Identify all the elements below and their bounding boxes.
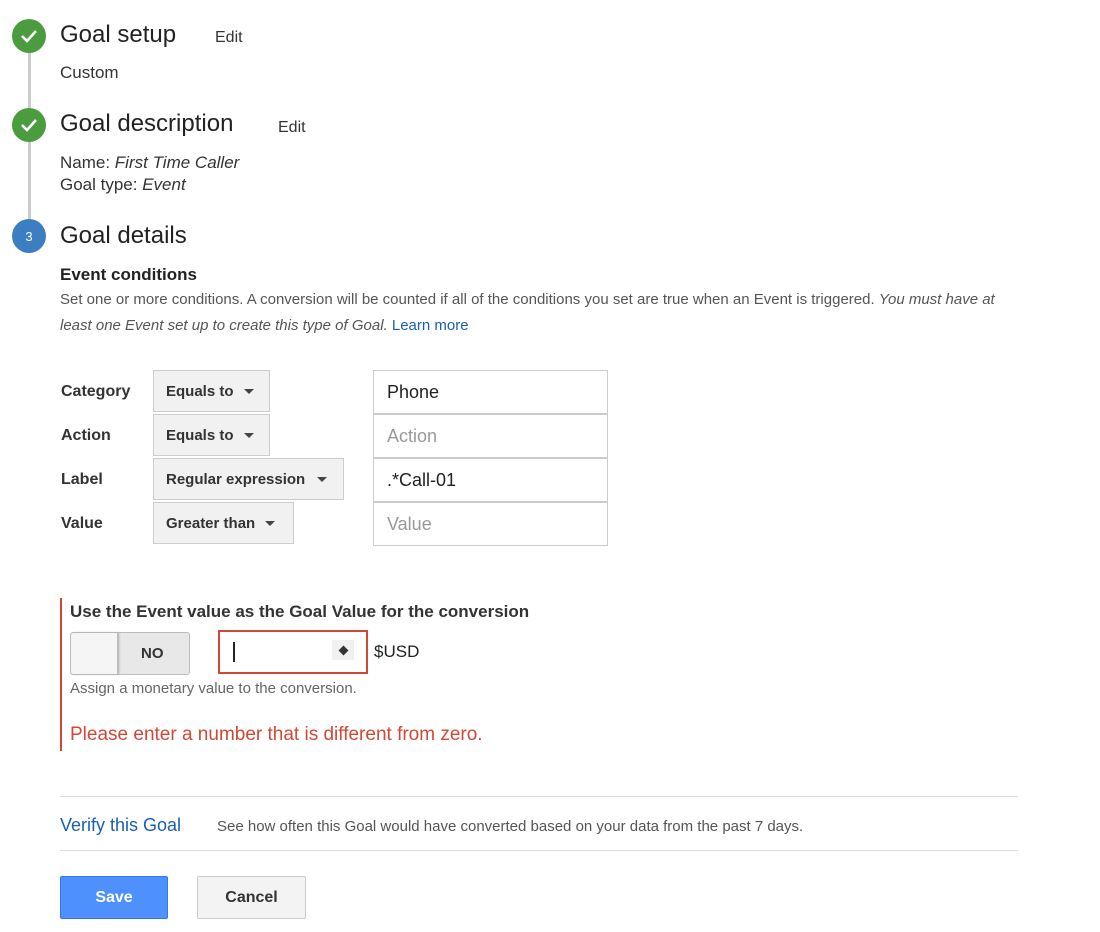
verify-goal-link[interactable]: Verify this Goal [60,815,181,836]
text-cursor [233,642,235,662]
cancel-button[interactable]: Cancel [197,876,306,919]
value-input[interactable]: Value [373,502,608,546]
category-input[interactable]: Phone [373,370,608,414]
caret-down-icon [265,520,276,526]
label-operator-select[interactable]: Regular expression [153,458,344,500]
step-title-goal-description: Goal description [60,110,234,137]
check-icon [12,19,46,53]
select-value: Equals to [166,426,234,444]
goal-value-heading: Use the Event value as the Goal Value fo… [70,602,530,621]
value-label: Value [61,515,103,532]
goal-value-toggle[interactable]: NO [70,632,190,675]
divider [60,850,1018,851]
caret-down-icon [243,432,254,438]
step-title-goal-setup: Goal setup [60,21,177,48]
description-text: Set one or more conditions. A conversion… [60,291,879,308]
type-value: Event [142,175,186,194]
type-label: Goal type: [60,175,143,194]
goal-value-amount-input[interactable] [218,630,368,674]
action-label: Action [61,427,111,444]
spinner-icon[interactable] [332,640,354,660]
goal-value-section [60,598,62,751]
label-label: Label [61,471,103,488]
event-conditions-description: Set one or more conditions. A conversion… [60,287,1010,339]
select-value: Greater than [166,514,256,532]
category-label: Category [61,383,131,400]
currency-label: $USD [374,642,420,661]
toggle-knob [71,633,118,674]
name-label: Name: [60,153,115,172]
select-value: Equals to [166,382,234,400]
caret-down-icon [243,388,254,394]
action-input[interactable]: Action [373,414,608,458]
verify-goal-description: See how often this Goal would have conve… [217,818,804,835]
step-title-goal-details: Goal details [60,222,187,249]
learn-more-link[interactable]: Learn more [392,317,469,334]
select-value: Regular expression [166,470,306,488]
action-operator-select[interactable]: Equals to [153,414,270,456]
goal-value-error: Please enter a number that is different … [70,724,483,745]
name-value: First Time Caller [114,153,240,172]
value-operator-select[interactable]: Greater than [153,502,294,544]
edit-goal-setup-link[interactable]: Edit [215,29,243,47]
step-number-badge: 3 [12,219,46,253]
goal-value-hint: Assign a monetary value to the conversio… [70,680,357,697]
event-conditions-heading: Event conditions [60,265,197,284]
caret-down-icon [317,476,328,482]
edit-goal-description-link[interactable]: Edit [278,119,306,137]
toggle-label: NO [141,645,164,662]
category-operator-select[interactable]: Equals to [153,370,270,412]
check-icon [12,108,46,142]
goal-description-summary: Name: First Time Caller Goal type: Event [60,152,239,196]
save-button[interactable]: Save [60,876,168,919]
label-input[interactable]: .*Call-01 [373,458,608,502]
goal-setup-summary: Custom [60,63,119,82]
divider [60,796,1018,797]
